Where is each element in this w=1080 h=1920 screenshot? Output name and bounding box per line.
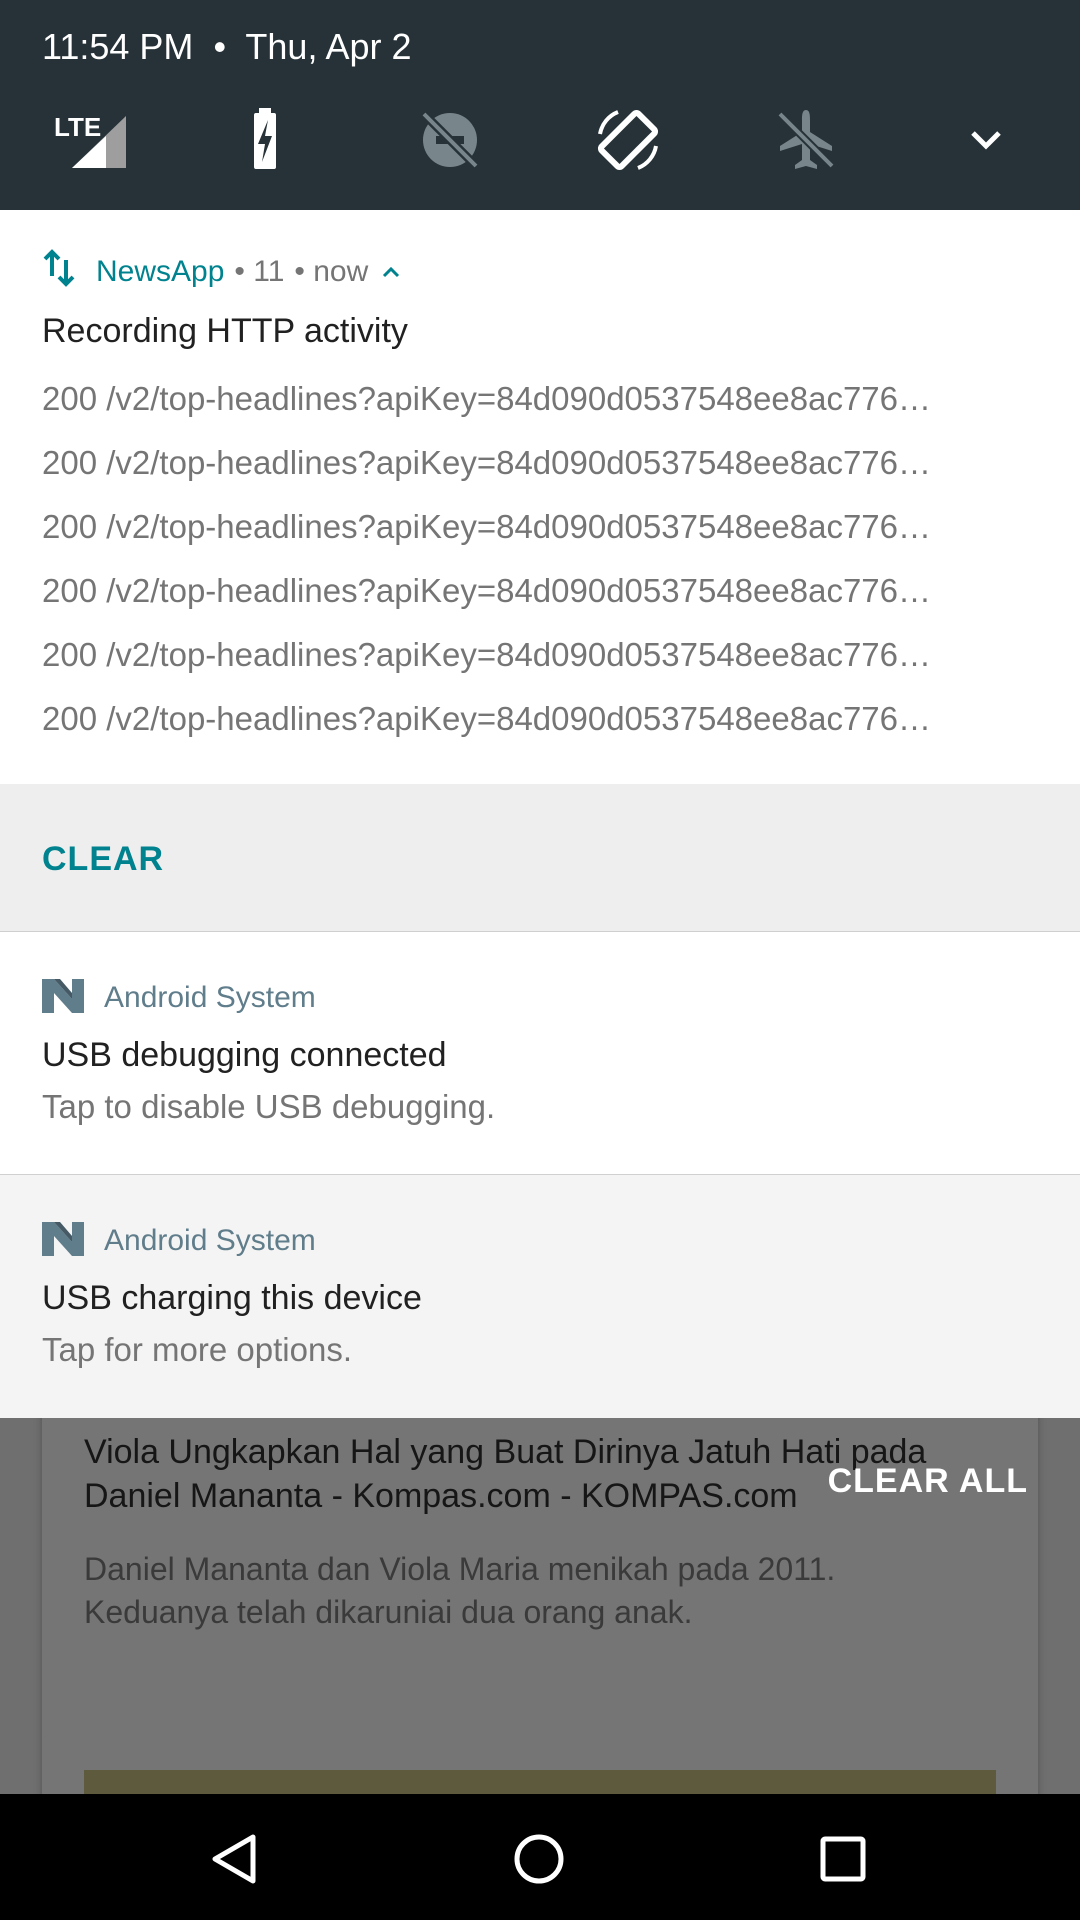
- android-system-icon: [42, 978, 84, 1018]
- notification-app-name: Android System: [104, 1224, 316, 1257]
- expand-icon[interactable]: [946, 100, 1026, 180]
- lte-label: LTE: [54, 112, 101, 142]
- do-not-disturb-off-icon[interactable]: [410, 100, 490, 180]
- recents-icon[interactable]: [808, 1824, 878, 1894]
- data-transfer-icon: [42, 248, 76, 296]
- clear-all-button[interactable]: CLEAR ALL: [828, 1462, 1028, 1501]
- usb-debugging-notification[interactable]: Android System USB debugging connected T…: [0, 932, 1080, 1175]
- usb-charging-notification[interactable]: Android System USB charging this device …: [0, 1175, 1080, 1418]
- signal-icon[interactable]: LTE: [50, 100, 130, 180]
- http-log-line: 200 /v2/top-headlines?apiKey=84d090d0537…: [42, 380, 932, 417]
- notification-count: • 11: [234, 255, 285, 288]
- notification-header: Android System: [42, 1219, 316, 1263]
- notification-app-name: Android System: [104, 981, 316, 1014]
- http-log-line: 200 /v2/top-headlines?apiKey=84d090d0537…: [42, 572, 932, 609]
- article-image-next: [84, 1770, 996, 1794]
- notification-text: Tap for more options.: [42, 1331, 352, 1368]
- notification-header: Android System: [42, 976, 316, 1020]
- http-activity-notification[interactable]: NewsApp • 11 • now Recording HTTP activi…: [0, 210, 1080, 784]
- quick-settings-row: LTE: [0, 100, 1080, 180]
- http-log-line: 200 /v2/top-headlines?apiKey=84d090d0537…: [42, 508, 932, 545]
- android-system-icon: [42, 1221, 84, 1261]
- auto-rotate-icon[interactable]: [588, 100, 668, 180]
- http-log-line: 200 /v2/top-headlines?apiKey=84d090d0537…: [42, 444, 932, 481]
- back-icon[interactable]: [200, 1824, 270, 1894]
- http-log-line: 200 /v2/top-headlines?apiKey=84d090d0537…: [42, 700, 932, 737]
- notification-app-name: NewsApp: [96, 255, 225, 288]
- notification-time: • now: [294, 255, 369, 288]
- status-datetime: 11:54 PM • Thu, Apr 2: [42, 26, 412, 68]
- notification-text: Tap to disable USB debugging.: [42, 1088, 496, 1125]
- article-card-next[interactable]: [42, 1734, 1038, 1794]
- background-app: Viola Ungkapkan Hal yang Buat Dirinya Ja…: [0, 1400, 1080, 1794]
- notification-title: USB debugging connected: [42, 1036, 447, 1074]
- home-icon[interactable]: [504, 1824, 574, 1894]
- http-log-line: 200 /v2/top-headlines?apiKey=84d090d0537…: [42, 636, 932, 673]
- notification-title: USB charging this device: [42, 1279, 422, 1317]
- notification-title: Recording HTTP activity: [42, 312, 408, 350]
- status-time: 11:54 PM: [42, 26, 194, 67]
- collapse-chevron-icon[interactable]: [380, 261, 402, 283]
- clear-button[interactable]: CLEAR: [42, 840, 164, 879]
- article-description: Daniel Mananta dan Viola Maria menikah p…: [84, 1551, 836, 1630]
- status-date: Thu, Apr 2: [245, 26, 412, 67]
- notification-actions: CLEAR: [0, 784, 1080, 932]
- status-separator: •: [213, 26, 227, 67]
- quick-settings-header: 11:54 PM • Thu, Apr 2 LTE: [0, 0, 1080, 210]
- notification-header: NewsApp • 11 • now: [42, 248, 402, 296]
- battery-charging-icon[interactable]: [232, 100, 312, 180]
- navigation-bar: [0, 1794, 1080, 1920]
- airplane-mode-icon[interactable]: [766, 100, 846, 180]
